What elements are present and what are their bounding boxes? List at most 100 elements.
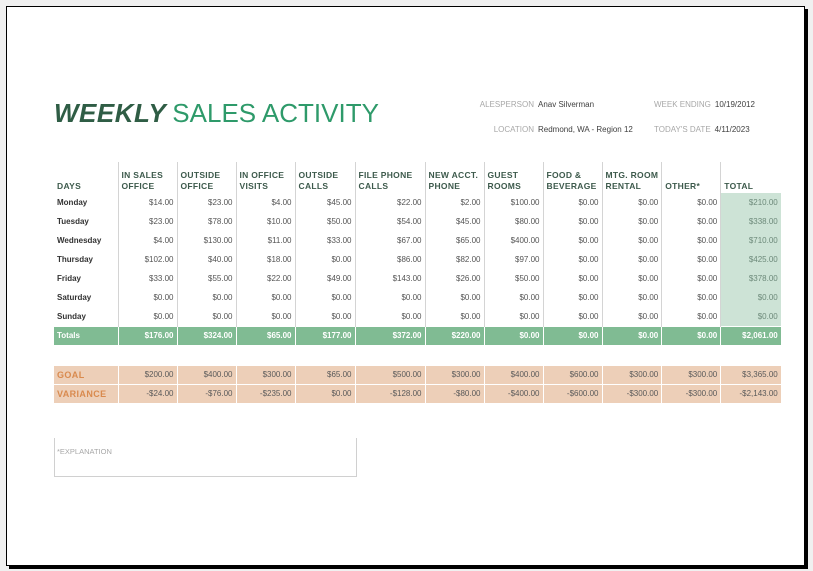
- column-header-food-beverage[interactable]: FOOD & BEVERAGE: [542, 162, 602, 193]
- value-cell[interactable]: $400.00: [483, 231, 543, 250]
- column-header-total[interactable]: TOTAL: [720, 162, 781, 193]
- value-cell[interactable]: $0.00: [661, 288, 721, 307]
- value-cell[interactable]: $65.00: [235, 325, 295, 345]
- total-cell[interactable]: $425.00: [720, 250, 781, 269]
- value-cell[interactable]: $33.00: [117, 269, 177, 288]
- value-cell[interactable]: $22.00: [354, 193, 425, 212]
- value-cell[interactable]: $14.00: [117, 193, 177, 212]
- value-cell[interactable]: $0.00: [483, 307, 543, 326]
- value-cell[interactable]: $0.00: [542, 307, 602, 326]
- value-cell[interactable]: $177.00: [294, 325, 355, 345]
- row-label[interactable]: Monday: [54, 193, 118, 212]
- row-label[interactable]: Friday: [54, 269, 118, 288]
- value-cell[interactable]: $0.00: [542, 269, 602, 288]
- value-cell[interactable]: $45.00: [294, 193, 355, 212]
- value-cell[interactable]: $0.00: [601, 212, 662, 231]
- value-cell[interactable]: $4.00: [117, 231, 177, 250]
- value-cell[interactable]: -$24.00: [117, 383, 177, 403]
- value-cell[interactable]: $0.00: [601, 288, 662, 307]
- value-cell[interactable]: $200.00: [117, 364, 177, 384]
- value-cell[interactable]: -$300.00: [661, 383, 721, 403]
- value-cell[interactable]: $100.00: [483, 193, 543, 212]
- total-cell[interactable]: $0.00: [720, 307, 781, 326]
- value-cell[interactable]: $50.00: [483, 269, 543, 288]
- value-cell[interactable]: $220.00: [424, 325, 484, 345]
- value-cell[interactable]: $0.00: [661, 193, 721, 212]
- value-cell[interactable]: $300.00: [424, 364, 484, 384]
- value-cell[interactable]: $33.00: [294, 231, 355, 250]
- value-cell[interactable]: $102.00: [117, 250, 177, 269]
- total-cell[interactable]: $378.00: [720, 269, 781, 288]
- column-header-in-office-visits[interactable]: IN OFFICE VISITS: [235, 162, 295, 193]
- value-cell[interactable]: $0.00: [117, 307, 177, 326]
- value-cell[interactable]: $67.00: [354, 231, 425, 250]
- location-field[interactable]: LOCATION Redmond, WA - Region 12: [479, 125, 633, 134]
- value-cell[interactable]: $0.00: [176, 307, 236, 326]
- explanation-box[interactable]: *EXPLANATION: [54, 438, 357, 477]
- value-cell[interactable]: $0.00: [483, 325, 543, 345]
- value-cell[interactable]: $400.00: [483, 364, 543, 384]
- value-cell[interactable]: $300.00: [601, 364, 662, 384]
- value-cell[interactable]: $54.00: [354, 212, 425, 231]
- column-header-other[interactable]: OTHER*: [661, 162, 721, 193]
- value-cell[interactable]: $0.00: [294, 288, 355, 307]
- row-label[interactable]: Sunday: [54, 307, 118, 326]
- value-cell[interactable]: $0.00: [424, 307, 484, 326]
- value-cell[interactable]: -$80.00: [424, 383, 484, 403]
- value-cell[interactable]: $0.00: [601, 269, 662, 288]
- value-cell[interactable]: $0.00: [601, 250, 662, 269]
- value-cell[interactable]: $0.00: [542, 193, 602, 212]
- row-label[interactable]: VARIANCE: [54, 383, 118, 403]
- value-cell[interactable]: -$76.00: [176, 383, 236, 403]
- value-cell[interactable]: $0.00: [542, 250, 602, 269]
- value-cell[interactable]: $0.00: [424, 288, 484, 307]
- value-cell[interactable]: $22.00: [235, 269, 295, 288]
- value-cell[interactable]: $40.00: [176, 250, 236, 269]
- value-cell[interactable]: $372.00: [354, 325, 425, 345]
- value-cell[interactable]: -$300.00: [601, 383, 662, 403]
- value-cell[interactable]: $65.00: [294, 364, 355, 384]
- value-cell[interactable]: $11.00: [235, 231, 295, 250]
- value-cell[interactable]: $78.00: [176, 212, 236, 231]
- value-cell[interactable]: $0.00: [601, 325, 662, 345]
- value-cell[interactable]: $0.00: [661, 325, 721, 345]
- value-cell[interactable]: $0.00: [354, 288, 425, 307]
- value-cell[interactable]: $97.00: [483, 250, 543, 269]
- value-cell[interactable]: $45.00: [424, 212, 484, 231]
- week-ending-field[interactable]: WEEK ENDING 10/19/2012: [654, 100, 755, 109]
- total-cell[interactable]: $0.00: [720, 288, 781, 307]
- location-value[interactable]: Redmond, WA - Region 12: [538, 125, 633, 134]
- column-header-in-sales-office[interactable]: IN SALES OFFICE: [117, 162, 177, 193]
- value-cell[interactable]: $0.00: [235, 288, 295, 307]
- todays-date-field[interactable]: TODAY'S DATE 4/11/2023: [654, 125, 750, 134]
- value-cell[interactable]: $0.00: [542, 231, 602, 250]
- value-cell[interactable]: $0.00: [294, 250, 355, 269]
- value-cell[interactable]: $0.00: [294, 383, 355, 403]
- salesperson-field[interactable]: ALESPERSON Anav Silverman: [479, 100, 594, 109]
- value-cell[interactable]: $0.00: [354, 307, 425, 326]
- value-cell[interactable]: $0.00: [294, 307, 355, 326]
- column-header-days[interactable]: DAYS: [54, 162, 118, 193]
- value-cell[interactable]: $600.00: [542, 364, 602, 384]
- value-cell[interactable]: $300.00: [661, 364, 721, 384]
- value-cell[interactable]: $500.00: [354, 364, 425, 384]
- value-cell[interactable]: $300.00: [235, 364, 295, 384]
- column-header-file-phone-calls[interactable]: FILE PHONE CALLS: [354, 162, 425, 193]
- column-header-outside-office[interactable]: OUTSIDE OFFICE: [176, 162, 236, 193]
- value-cell[interactable]: $65.00: [424, 231, 484, 250]
- value-cell[interactable]: $143.00: [354, 269, 425, 288]
- value-cell[interactable]: $0.00: [176, 288, 236, 307]
- value-cell[interactable]: $80.00: [483, 212, 543, 231]
- value-cell[interactable]: $10.00: [235, 212, 295, 231]
- value-cell[interactable]: $0.00: [661, 231, 721, 250]
- column-header-guest-rooms[interactable]: GUEST ROOMS: [483, 162, 543, 193]
- column-header-mtg-room-rental[interactable]: MTG. ROOM RENTAL: [601, 162, 662, 193]
- value-cell[interactable]: $0.00: [661, 212, 721, 231]
- value-cell[interactable]: -$400.00: [483, 383, 543, 403]
- value-cell[interactable]: $0.00: [661, 250, 721, 269]
- value-cell[interactable]: $18.00: [235, 250, 295, 269]
- value-cell[interactable]: $0.00: [661, 307, 721, 326]
- todays-date-value[interactable]: 4/11/2023: [715, 125, 750, 134]
- column-header-outside-calls[interactable]: OUTSIDE CALLS: [294, 162, 355, 193]
- row-label[interactable]: Thursday: [54, 250, 118, 269]
